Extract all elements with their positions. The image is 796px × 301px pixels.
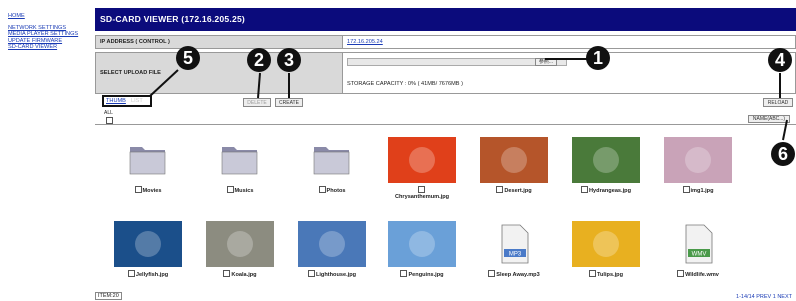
file-tile[interactable]: Desert.jpg xyxy=(474,137,554,194)
file-tile[interactable]: Chrysanthemum.jpg xyxy=(382,137,462,200)
file-tile[interactable]: Koala.jpg xyxy=(200,221,280,278)
pager[interactable]: 1-14/14 PREV 1 NEXT xyxy=(736,294,792,300)
file-checkbox[interactable] xyxy=(226,186,234,193)
file-checkbox[interactable] xyxy=(418,186,425,193)
file-name: Tulips.jpg xyxy=(566,270,646,278)
file-checkbox[interactable] xyxy=(134,186,142,193)
callout-3: 3 xyxy=(277,48,301,72)
file-tile[interactable]: Musics xyxy=(200,137,280,194)
callout-5: 5 xyxy=(176,46,200,70)
image-thumbnail-icon xyxy=(572,137,640,183)
file-checkbox[interactable] xyxy=(318,186,326,193)
callout-6: 6 xyxy=(771,142,795,166)
folder-icon xyxy=(313,147,350,175)
file-checkbox[interactable] xyxy=(589,270,596,277)
file-name: Penguins.jpg xyxy=(382,270,462,278)
image-thumbnail-icon xyxy=(298,221,366,267)
file-name: img1.jpg xyxy=(658,186,738,194)
callout-2: 2 xyxy=(247,48,271,72)
folder-icon xyxy=(129,147,166,175)
svg-text:WMV: WMV xyxy=(692,252,707,258)
file-checkbox[interactable] xyxy=(682,186,690,193)
file-tile[interactable]: Movies xyxy=(108,137,188,194)
file-name: Movies xyxy=(108,186,188,194)
file-name: Jellyfish.jpg xyxy=(108,270,188,278)
image-thumbnail-icon xyxy=(206,221,274,267)
file-name: Lighthouse.jpg xyxy=(292,270,372,278)
file-checkbox[interactable] xyxy=(677,270,685,277)
image-thumbnail-icon xyxy=(388,137,456,183)
folder-icon xyxy=(221,147,258,175)
file-tile[interactable]: Tulips.jpg xyxy=(566,221,646,278)
file-checkbox[interactable] xyxy=(581,186,589,193)
callout-1: 1 xyxy=(586,46,610,70)
image-thumbnail-icon xyxy=(572,221,640,267)
image-thumbnail-icon xyxy=(388,221,456,267)
file-name: Chrysanthemum.jpg xyxy=(382,186,462,200)
file-name: Musics xyxy=(200,186,280,194)
file-tile[interactable]: WMV Wildlife.wmv xyxy=(658,221,738,278)
file-tile[interactable]: Penguins.jpg xyxy=(382,221,462,278)
image-thumbnail-icon xyxy=(664,137,732,183)
file-checkbox[interactable] xyxy=(307,270,315,277)
wmv-file-icon: WMV xyxy=(685,224,713,264)
svg-text:MP3: MP3 xyxy=(509,252,522,258)
mp3-file-icon: MP3 xyxy=(501,224,529,264)
file-checkbox[interactable] xyxy=(127,270,135,277)
file-checkbox[interactable] xyxy=(488,270,496,277)
file-checkbox[interactable] xyxy=(496,186,504,193)
file-tile[interactable]: MP3 Sleep Away.mp3 xyxy=(474,221,554,278)
callout-4: 4 xyxy=(768,48,792,72)
file-tile[interactable]: img1.jpg xyxy=(658,137,738,194)
file-tile[interactable]: Lighthouse.jpg xyxy=(292,221,372,278)
file-tile[interactable]: Hydrangeas.jpg xyxy=(566,137,646,194)
file-checkbox[interactable] xyxy=(400,270,408,277)
file-name: Sleep Away.mp3 xyxy=(474,270,554,278)
file-name: Koala.jpg xyxy=(200,270,280,278)
file-tile[interactable]: Jellyfish.jpg xyxy=(108,221,188,278)
file-name: Photos xyxy=(292,186,372,194)
file-name: Hydrangeas.jpg xyxy=(566,186,646,194)
image-thumbnail-icon xyxy=(114,221,182,267)
file-name: Desert.jpg xyxy=(474,186,554,194)
file-checkbox[interactable] xyxy=(223,270,231,277)
items-per-page-select[interactable]: ITEM:20 xyxy=(95,292,122,300)
file-name: Wildlife.wmv xyxy=(658,270,738,278)
image-thumbnail-icon xyxy=(480,137,548,183)
file-tile[interactable]: Photos xyxy=(292,137,372,194)
